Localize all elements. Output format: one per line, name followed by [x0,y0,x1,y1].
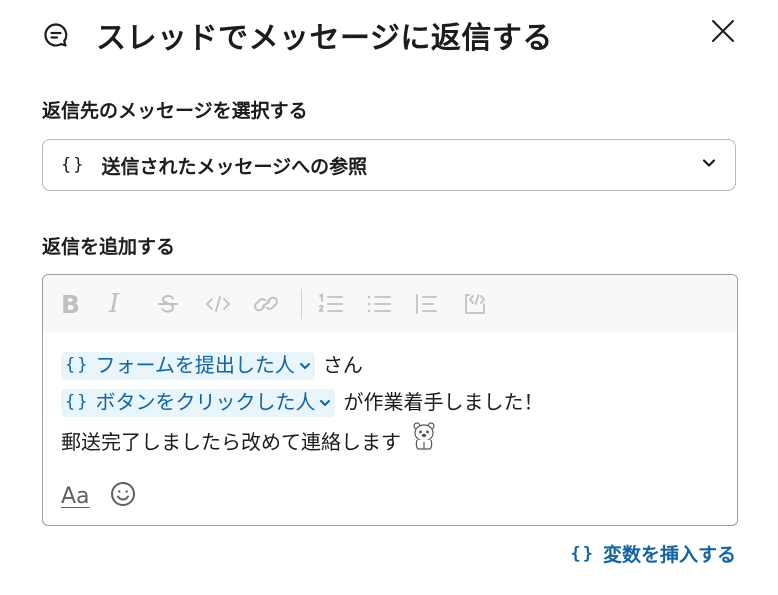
message-line: {} フォームを提出した人 さん [61,347,719,384]
reply-editor[interactable]: B I {} フォームを提出した人 さん {} ボタンをクリックした人 が作業着… [42,274,738,526]
message-line: {} ボタンをクリックした人 が作業着手しました！ [61,384,719,421]
bold-icon[interactable]: B [61,284,109,324]
variable-brace-icon: {} [61,155,86,175]
variable-chip-label: フォームを提出した人 [95,353,295,377]
variable-brace-icon: {} [65,392,90,412]
italic-icon[interactable]: I [109,284,157,324]
reply-label: 返信を追加する [42,236,176,258]
message-reply-icon [42,21,70,49]
chevron-down-icon [701,155,717,175]
variable-brace-icon: {} [65,355,90,375]
reply-target-label: 返信先のメッセージを選択する [42,100,308,122]
message-text: が作業着手しました！ [343,390,544,414]
bear-emoji-icon [411,421,437,463]
reply-message-body[interactable]: {} フォームを提出した人 さん {} ボタンをクリックした人 が作業着手しまし… [43,333,737,463]
chevron-down-icon [299,347,311,384]
ordered-list-icon[interactable] [318,284,366,324]
toolbar-divider [301,289,302,319]
bulleted-list-icon[interactable] [366,284,414,324]
insert-variable-button[interactable]: {} 変数を挿入する [571,540,737,567]
insert-variable-label: 変数を挿入する [602,544,736,566]
code-icon[interactable] [205,284,253,324]
variable-chip[interactable]: {} フォームを提出した人 [61,351,315,380]
chevron-down-icon [319,384,331,421]
reply-target-selected-value: 送信されたメッセージへの参照 [101,155,368,178]
dialog-header: スレッドでメッセージに返信する [42,14,738,56]
variable-brace-icon: {} [570,543,595,564]
dialog-title: スレッドでメッセージに返信する [96,21,553,56]
message-text: さん [322,353,363,377]
link-icon[interactable] [253,284,301,324]
strikethrough-icon[interactable] [157,284,205,324]
variable-chip-label: ボタンをクリックした人 [95,390,316,414]
emoji-icon[interactable] [110,481,136,511]
blockquote-icon[interactable] [414,284,462,324]
reply-target-select[interactable]: {} 送信されたメッセージへの参照 [42,139,736,191]
format-toolbar: B I [43,275,737,333]
code-block-icon[interactable] [462,284,510,324]
message-line: 郵送完了しましたら改めて連絡します [61,421,719,463]
variable-chip[interactable]: {} ボタンをクリックした人 [61,388,336,417]
close-icon[interactable] [710,18,736,44]
editor-bottom-bar: Aa [61,481,136,511]
message-text: 郵送完了しましたら改めて連絡します [61,429,401,454]
text-format-button[interactable]: Aa [61,484,90,509]
